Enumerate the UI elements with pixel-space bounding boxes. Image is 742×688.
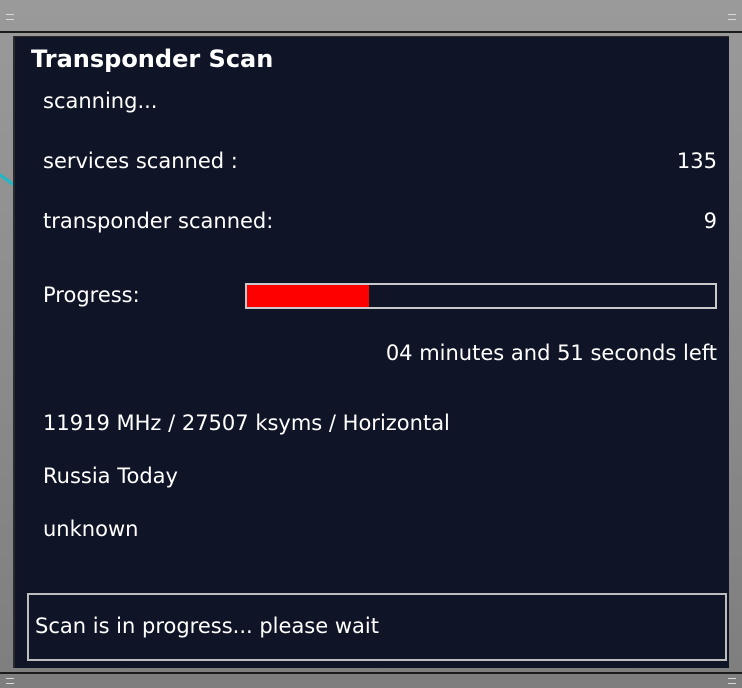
current-service: Russia Today [43,464,178,488]
transponder-scanned-label: transponder scanned: [43,209,274,233]
current-provider: unknown [43,517,139,541]
services-scanned-value: 135 [676,149,717,173]
transponder-scan-dialog: Transponder Scan scanning... services sc… [13,36,729,668]
progress-bar-fill [247,285,369,307]
current-frequency: 11919 MHz / 27507 ksyms / Horizontal [43,411,450,435]
transponder-scanned-value: 9 [703,209,717,233]
services-scanned-label: services scanned : [43,149,238,173]
window-frame: Transponder Scan scanning... services sc… [0,0,742,688]
frame-grip-bottom-right [728,678,736,684]
dialog-title: Transponder Scan [31,45,274,73]
scan-state: scanning... [43,89,158,113]
frame-grip-top-left [6,14,14,20]
status-bar: Scan is in progress... please wait [27,593,727,661]
time-left: 04 minutes and 51 seconds left [385,341,717,365]
frame-bottom-divider [0,672,742,674]
frame-top-divider [0,31,742,33]
status-message: Scan is in progress... please wait [35,614,379,638]
frame-grip-top-right [728,14,736,20]
progress-label: Progress: [43,283,140,307]
frame-grip-bottom-left [6,678,14,684]
scan-progress-bar [245,283,717,309]
